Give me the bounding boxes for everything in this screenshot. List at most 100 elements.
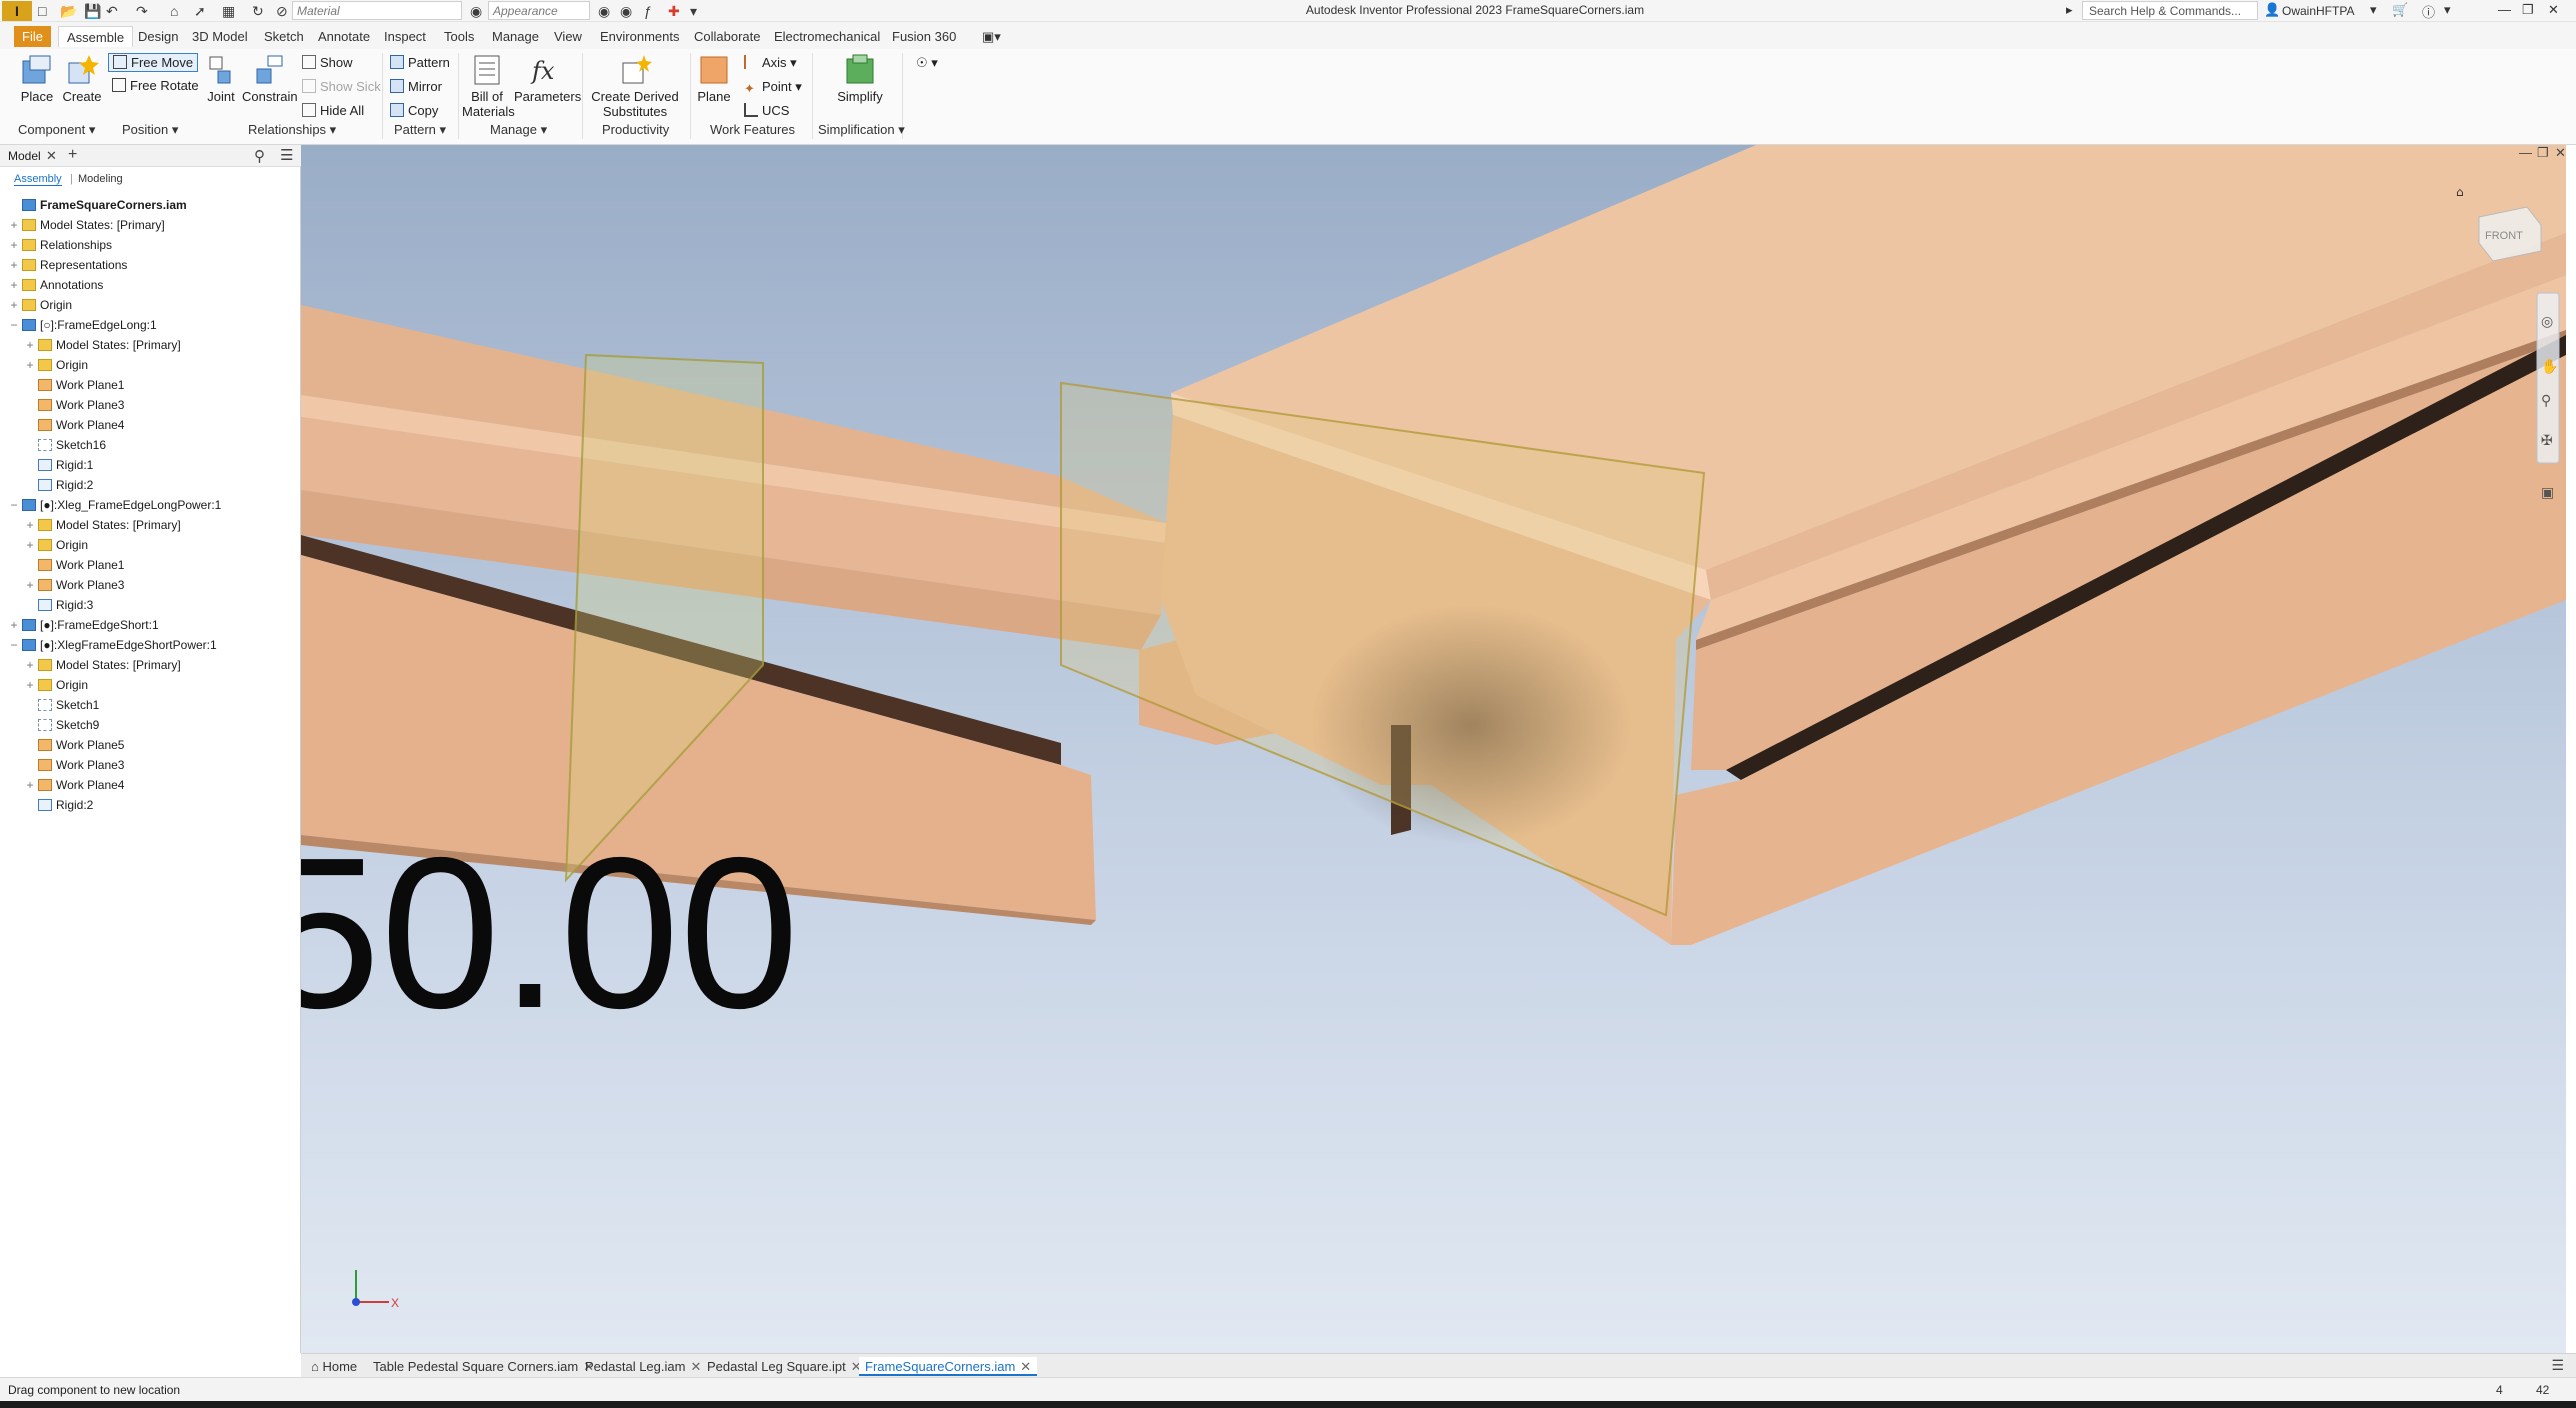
doc-tab-frame-square-corners[interactable]: FrameSquareCorners.iam ✕ [859, 1357, 1038, 1376]
tree-node[interactable]: + Relationships [8, 235, 112, 255]
plane-button[interactable]: Plane [694, 53, 734, 104]
group-position[interactable]: Position ▾ [122, 122, 178, 138]
group-component[interactable]: Component ▾ [18, 122, 95, 138]
tree-node[interactable]: + Model States: [Primary] [24, 335, 180, 355]
viewcube-home-icon[interactable]: ⌂ [2456, 185, 2464, 199]
update-icon[interactable]: ↻ [252, 3, 264, 19]
expand-icon[interactable]: + [24, 655, 36, 675]
help-dropdown-icon[interactable]: ▾ [2444, 2, 2451, 18]
tab-overflow-icon[interactable]: ▣▾ [974, 26, 1009, 47]
search-icon[interactable]: ⚲ [254, 147, 265, 165]
expand-icon[interactable]: + [8, 275, 20, 295]
tree-node[interactable]: + [●]:FrameEdgeShort:1 [8, 615, 158, 635]
free-rotate-button[interactable]: Free Rotate [112, 78, 199, 93]
new-file-icon[interactable]: □ [38, 3, 46, 19]
tree-node[interactable]: Work Plane1 [24, 555, 124, 575]
tree-node[interactable]: + Origin [24, 355, 88, 375]
close-tab-icon[interactable]: ✕ [690, 1359, 701, 1374]
simplify-button[interactable]: Simplify [826, 53, 894, 104]
tab-3d-model[interactable]: 3D Model [184, 26, 256, 47]
tree-node[interactable]: + Model States: [Primary] [24, 655, 180, 675]
redo-icon[interactable]: ↷ [136, 3, 148, 19]
create-button[interactable]: Create [62, 53, 102, 104]
tree-node[interactable]: FrameSquareCorners.iam [8, 195, 187, 215]
appearance-select[interactable]: Appearance [488, 1, 590, 20]
help-search-input[interactable]: Search Help & Commands... [2082, 1, 2258, 20]
pattern-button[interactable]: Pattern [390, 55, 450, 70]
tree-node[interactable]: + Model States: [Primary] [24, 515, 180, 535]
ucs-button[interactable]: UCS [744, 103, 789, 118]
tree-node[interactable]: + Origin [24, 535, 88, 555]
home-icon[interactable]: ⌂ [170, 3, 178, 19]
fx-icon[interactable]: ƒ [644, 3, 652, 19]
tab-fusion-360[interactable]: Fusion 360 [884, 26, 964, 47]
bill-of-materials-button[interactable]: Bill of Materials [462, 53, 515, 119]
tree-node[interactable]: Sketch1 [24, 695, 99, 715]
tree-node[interactable]: + Model States: [Primary] [8, 215, 164, 235]
quick-tools-dropdown[interactable]: ☉ ▾ [916, 55, 938, 71]
expand-icon[interactable]: + [24, 335, 36, 355]
save-icon[interactable]: 💾 [84, 3, 101, 19]
customize-icon[interactable]: ▾ [690, 3, 697, 19]
zoom-icon[interactable]: ⚲ [2541, 393, 2551, 409]
help-icon[interactable]: ⓘ [2422, 2, 2435, 21]
tree-node[interactable]: + Origin [24, 675, 88, 695]
close-browser-icon[interactable]: ✕ [46, 148, 57, 164]
look-at-icon[interactable]: ▣ [2541, 485, 2554, 501]
tree-node[interactable]: Rigid:1 [24, 455, 93, 475]
cart-icon[interactable]: 🛒 [2392, 2, 2408, 18]
adjust-icon[interactable]: ◉ [620, 3, 632, 19]
color-icon[interactable]: ◉ [598, 3, 610, 19]
doc-tab-home[interactable]: ⌂ Home [305, 1357, 363, 1376]
place-button[interactable]: Place [14, 53, 60, 104]
material-clear-icon[interactable]: ⊘ [276, 3, 288, 19]
parameters-button[interactable]: fx Parameters [514, 53, 581, 104]
tab-tools[interactable]: Tools [436, 26, 482, 47]
collapse-icon[interactable]: − [8, 495, 20, 515]
graphics-viewport[interactable]: 50.00 — ❐ ✕ FRONT ⌂ ◎ ✋ ⚲ ✠ ▣ ✚ X [301, 145, 2566, 1353]
tree-node[interactable]: − [○]:FrameEdgeLong:1 [8, 315, 156, 335]
group-pattern[interactable]: Pattern ▾ [394, 122, 446, 138]
tab-assemble[interactable]: Assemble [58, 26, 134, 47]
expand-icon[interactable]: + [24, 535, 36, 555]
viewport-minimize-icon[interactable]: — [2519, 145, 2532, 160]
tree-node[interactable]: Work Plane4 [24, 415, 124, 435]
free-move-button[interactable]: Free Move [108, 53, 199, 72]
doc-tab-table-pedestal[interactable]: Table Pedestal Square Corners.iam ✕ [367, 1357, 600, 1376]
tab-collaborate[interactable]: Collaborate [686, 26, 769, 47]
tab-file[interactable]: File [14, 26, 51, 47]
tree-node[interactable]: Work Plane3 [24, 395, 124, 415]
user-name[interactable]: OwainHFTPA [2282, 4, 2354, 18]
group-manage[interactable]: Manage ▾ [490, 122, 547, 138]
hide-all-button[interactable]: Hide All [302, 103, 364, 118]
tab-annotate[interactable]: Annotate [310, 26, 378, 47]
collapse-icon[interactable]: − [8, 635, 20, 655]
tree-node[interactable]: + Origin [8, 295, 72, 315]
tree-node[interactable]: + Annotations [8, 275, 103, 295]
tab-design[interactable]: Design [130, 26, 186, 47]
restore-icon[interactable]: ❐ [2522, 2, 2534, 18]
subtab-modeling[interactable]: Modeling [78, 173, 123, 185]
pan-icon[interactable]: ✋ [2541, 358, 2558, 375]
orbit-icon[interactable]: ✠ [2541, 433, 2553, 449]
tab-manage[interactable]: Manage [484, 26, 547, 47]
expand-icon[interactable]: + [24, 775, 36, 795]
tree-node[interactable]: Rigid:2 [24, 795, 93, 815]
undo-icon[interactable]: ↶ [106, 3, 118, 19]
tree-node[interactable]: Work Plane5 [24, 735, 124, 755]
tree-node[interactable]: Sketch16 [24, 435, 106, 455]
tree-node[interactable]: Work Plane3 [24, 755, 124, 775]
axis-button[interactable]: Axis ▾ [744, 55, 797, 71]
expand-icon[interactable]: + [8, 215, 20, 235]
add-browser-icon[interactable]: + [68, 146, 77, 164]
group-relationships[interactable]: Relationships ▾ [248, 122, 336, 138]
close-tab-icon[interactable]: ✕ [1020, 1359, 1031, 1374]
tab-inspect[interactable]: Inspect [376, 26, 434, 47]
tab-electromechanical[interactable]: Electromechanical [766, 26, 888, 47]
expand-icon[interactable]: + [24, 355, 36, 375]
tree-node[interactable]: + Work Plane3 [24, 575, 124, 595]
user-dropdown-icon[interactable]: ▾ [2370, 2, 2377, 18]
tab-view[interactable]: View [546, 26, 590, 47]
show-button[interactable]: Show [302, 55, 353, 70]
show-sick-button[interactable]: Show Sick [302, 79, 381, 94]
